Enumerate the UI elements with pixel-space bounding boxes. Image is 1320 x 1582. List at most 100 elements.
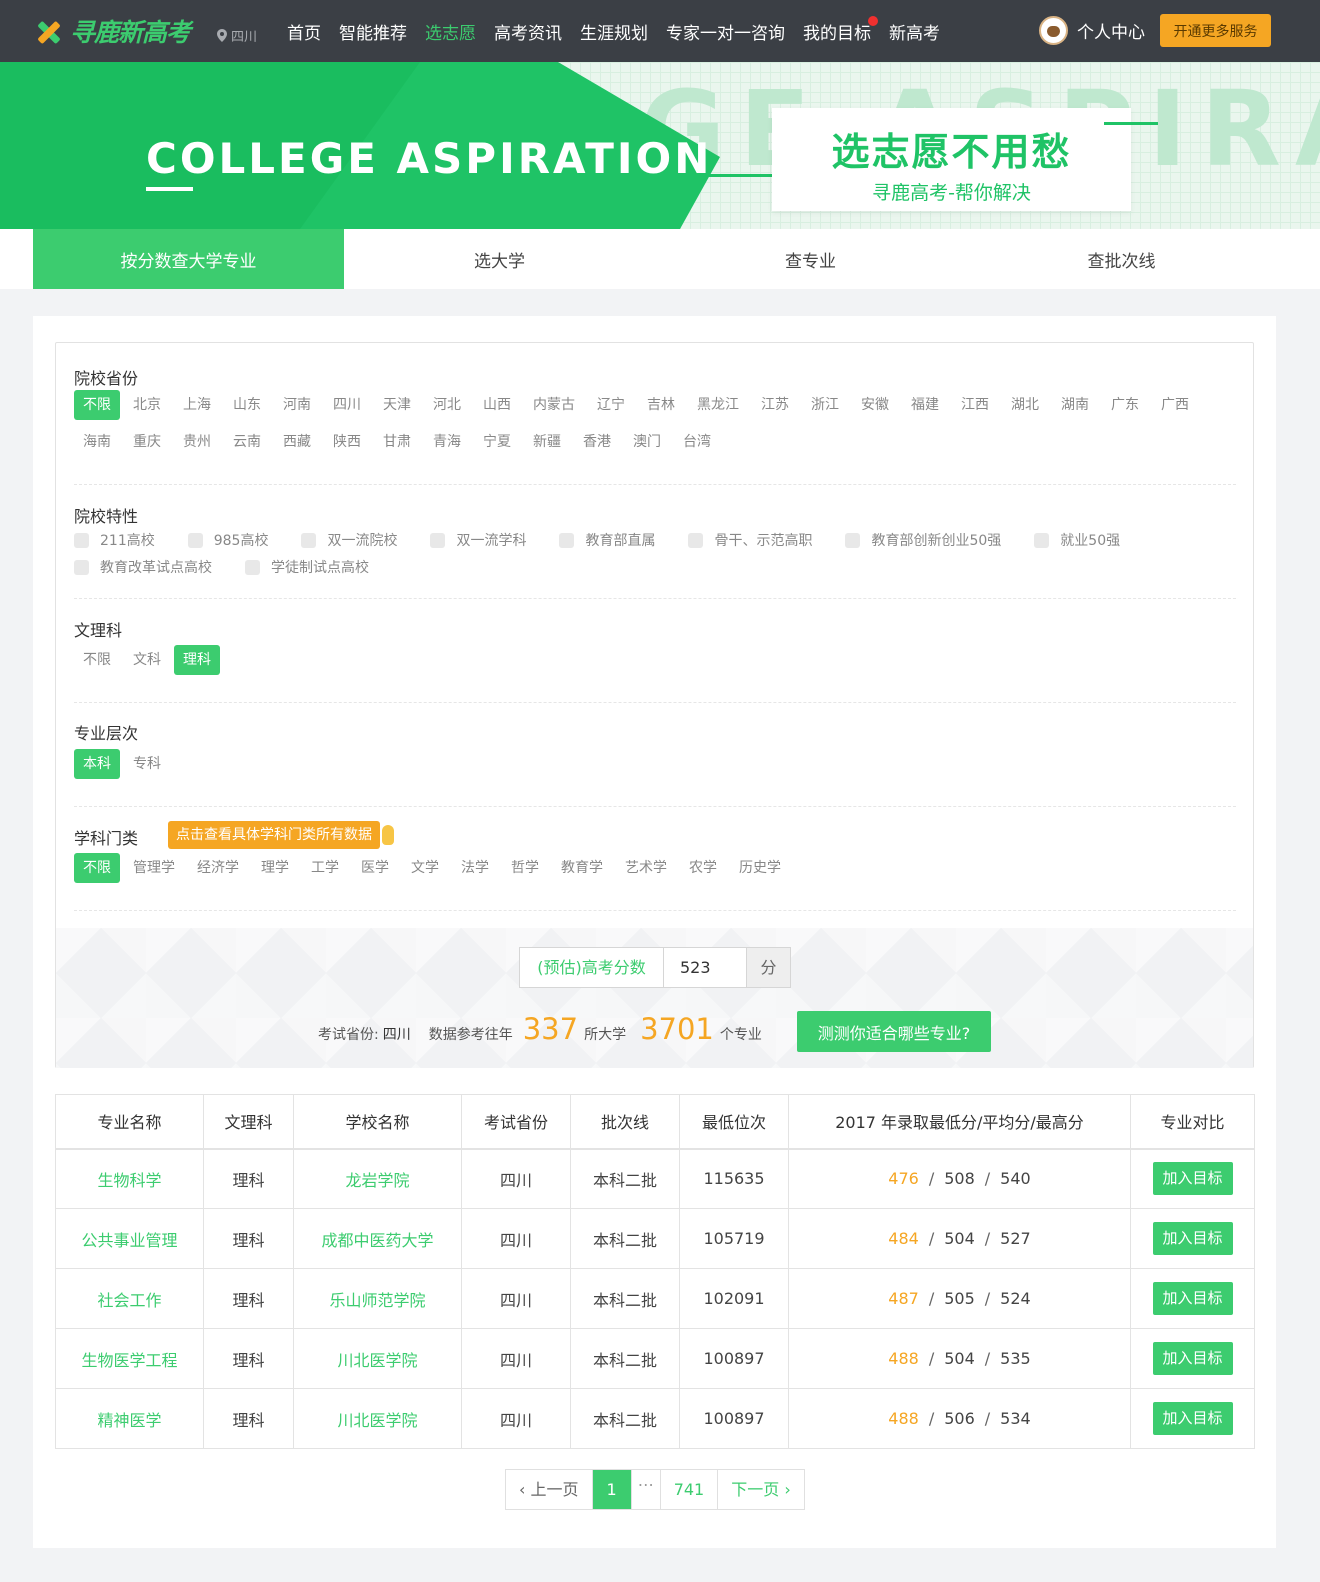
- view-discipline-data-button[interactable]: 点击查看具体学科门类所有数据: [168, 821, 394, 849]
- province-option[interactable]: 台湾: [674, 427, 720, 457]
- nav-my-goals[interactable]: 我的目标: [803, 16, 878, 44]
- major-name-link[interactable]: 精神医学: [55, 1388, 204, 1449]
- discipline-option[interactable]: 医学: [352, 853, 398, 883]
- nav-expert-consult[interactable]: 专家一对一咨询: [666, 19, 785, 44]
- discipline-option[interactable]: 艺术学: [616, 853, 676, 883]
- prev-page-button[interactable]: ‹ 上一页: [506, 1470, 593, 1509]
- province-option[interactable]: 广西: [1152, 390, 1198, 420]
- discipline-option[interactable]: 理学: [252, 853, 298, 883]
- feature-checkbox[interactable]: 就业50强: [1034, 530, 1120, 550]
- province-option[interactable]: 安徽: [852, 390, 898, 420]
- province-option[interactable]: 宁夏: [474, 427, 520, 457]
- add-target-button[interactable]: 加入目标: [1152, 1402, 1233, 1435]
- province-option[interactable]: 上海: [174, 390, 220, 420]
- checkbox-box[interactable]: [301, 532, 317, 548]
- tab-search-major[interactable]: 查专业: [655, 229, 966, 289]
- checkbox-box[interactable]: [74, 559, 89, 575]
- add-target-button[interactable]: 加入目标: [1152, 1342, 1233, 1375]
- discipline-option[interactable]: 管理学: [124, 853, 184, 883]
- province-option[interactable]: 山东: [224, 390, 270, 420]
- nav-smart-recommend[interactable]: 智能推荐: [339, 19, 407, 44]
- location-selector[interactable]: 四川: [217, 26, 257, 45]
- subject-type-option[interactable]: 文科: [124, 645, 170, 675]
- discipline-option[interactable]: 哲学: [502, 853, 548, 883]
- province-option[interactable]: 黑龙江: [688, 390, 748, 420]
- subject-type-option[interactable]: 理科: [174, 645, 220, 675]
- province-option[interactable]: 不限: [74, 390, 120, 420]
- add-target-button[interactable]: 加入目标: [1152, 1282, 1233, 1315]
- province-option[interactable]: 香港: [574, 427, 620, 457]
- feature-checkbox[interactable]: 双一流院校: [301, 530, 397, 550]
- province-option[interactable]: 广东: [1102, 390, 1148, 420]
- feature-checkbox[interactable]: 教育改革试点高校: [74, 557, 212, 577]
- checkbox-box[interactable]: [74, 532, 89, 548]
- province-option[interactable]: 河北: [424, 390, 470, 420]
- test-suitable-majors-button[interactable]: 测测你适合哪些专业?: [797, 1011, 991, 1052]
- province-option[interactable]: 重庆: [124, 427, 170, 457]
- open-services-button[interactable]: 开通更多服务: [1160, 14, 1271, 47]
- major-name-link[interactable]: 公共事业管理: [55, 1208, 204, 1269]
- province-option[interactable]: 辽宁: [588, 390, 634, 420]
- nav-choose-aspiration[interactable]: 选志愿: [425, 19, 476, 44]
- province-option[interactable]: 陕西: [324, 427, 370, 457]
- province-option[interactable]: 西藏: [274, 427, 320, 457]
- province-option[interactable]: 甘肃: [374, 427, 420, 457]
- discipline-option[interactable]: 教育学: [552, 853, 612, 883]
- major-name-link[interactable]: 生物医学工程: [55, 1328, 204, 1389]
- discipline-option[interactable]: 不限: [74, 853, 120, 883]
- checkbox-box[interactable]: [245, 559, 260, 575]
- province-option[interactable]: 浙江: [802, 390, 848, 420]
- page-current[interactable]: 1: [592, 1470, 632, 1509]
- province-option[interactable]: 北京: [124, 390, 170, 420]
- nav-home[interactable]: 首页: [287, 19, 321, 44]
- province-option[interactable]: 吉林: [638, 390, 684, 420]
- discipline-option[interactable]: 经济学: [188, 853, 248, 883]
- discipline-option[interactable]: 历史学: [730, 853, 790, 883]
- province-option[interactable]: 海南: [74, 427, 120, 457]
- province-option[interactable]: 内蒙古: [524, 390, 584, 420]
- school-name-link[interactable]: 龙岩学院: [293, 1148, 462, 1209]
- feature-checkbox[interactable]: 教育部直属: [559, 530, 655, 550]
- level-option[interactable]: 专科: [124, 749, 170, 779]
- major-name-link[interactable]: 生物科学: [55, 1148, 204, 1209]
- feature-checkbox[interactable]: 985高校: [187, 530, 268, 550]
- add-target-button[interactable]: 加入目标: [1152, 1162, 1233, 1196]
- province-option[interactable]: 河南: [274, 390, 320, 420]
- province-option[interactable]: 湖南: [1052, 390, 1098, 420]
- feature-checkbox[interactable]: 211高校: [74, 530, 155, 550]
- province-option[interactable]: 天津: [374, 390, 420, 420]
- checkbox-box[interactable]: [187, 532, 203, 548]
- nav-career-planning[interactable]: 生涯规划: [580, 19, 648, 44]
- school-name-link[interactable]: 川北医学院: [293, 1388, 462, 1449]
- province-option[interactable]: 山西: [474, 390, 520, 420]
- school-name-link[interactable]: 川北医学院: [293, 1328, 462, 1389]
- page-last[interactable]: 741: [661, 1470, 719, 1509]
- discipline-option[interactable]: 法学: [452, 853, 498, 883]
- next-page-button[interactable]: 下一页 ›: [718, 1470, 804, 1509]
- province-option[interactable]: 澳门: [624, 427, 670, 457]
- tab-choose-university[interactable]: 选大学: [344, 229, 655, 289]
- checkbox-box[interactable]: [688, 532, 704, 548]
- discipline-option[interactable]: 农学: [680, 853, 726, 883]
- discipline-option[interactable]: 文学: [402, 853, 448, 883]
- province-option[interactable]: 江苏: [752, 390, 798, 420]
- subject-type-option[interactable]: 不限: [74, 645, 120, 675]
- user-center[interactable]: 个人中心: [1039, 16, 1145, 45]
- level-option[interactable]: 本科: [74, 749, 120, 779]
- nav-exam-news[interactable]: 高考资讯: [494, 19, 562, 44]
- province-option[interactable]: 四川: [324, 390, 370, 420]
- feature-checkbox[interactable]: 骨干、示范高职: [688, 530, 812, 550]
- major-name-link[interactable]: 社会工作: [55, 1268, 204, 1329]
- feature-checkbox[interactable]: 双一流学科: [430, 530, 526, 550]
- feature-checkbox[interactable]: 教育部创新创业50强: [845, 530, 1001, 550]
- checkbox-box[interactable]: [559, 532, 575, 548]
- province-option[interactable]: 新疆: [524, 427, 570, 457]
- discipline-option[interactable]: 工学: [302, 853, 348, 883]
- province-option[interactable]: 湖北: [1002, 390, 1048, 420]
- logo[interactable]: 寻鹿新高考: [34, 14, 191, 48]
- score-input[interactable]: 523: [664, 948, 746, 987]
- tab-batch-line[interactable]: 查批次线: [966, 229, 1277, 289]
- checkbox-box[interactable]: [430, 532, 446, 548]
- province-option[interactable]: 贵州: [174, 427, 220, 457]
- checkbox-box[interactable]: [845, 532, 861, 548]
